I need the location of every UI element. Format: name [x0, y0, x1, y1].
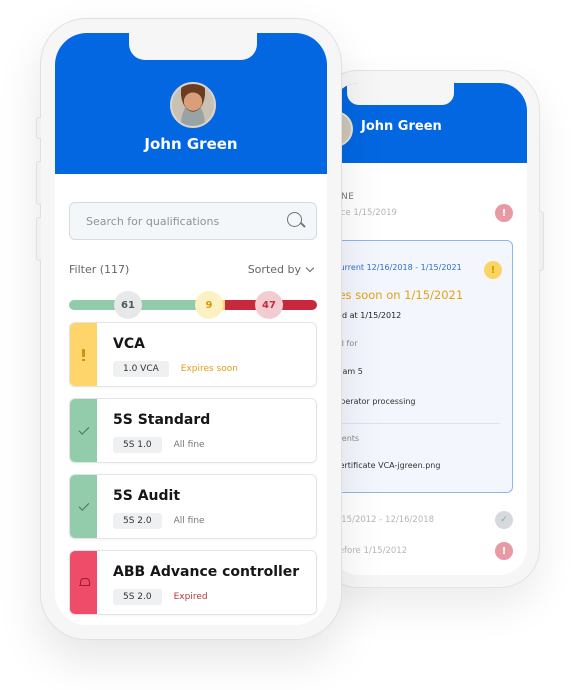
chevron-down-icon [305, 263, 315, 272]
back-phone-frame: John Green NE ince 1/15/2019 ! Current 1… [318, 70, 544, 588]
version-tag: 1.0 VCA [113, 361, 169, 377]
exclamation-icon: ! [495, 204, 513, 222]
profile-name: John Green [361, 119, 442, 134]
avatar[interactable] [170, 82, 216, 128]
profile-header: John Green [331, 83, 527, 163]
status-text: All fine [173, 440, 205, 450]
qualification-card[interactable]: 5S Audit 5S 2.0 All fine [69, 474, 317, 539]
attachment-link[interactable]: Certificate VCA-jgreen.png [334, 461, 440, 470]
side-button [539, 211, 544, 271]
version-tag: 5S 2.0 [113, 589, 162, 605]
status-strip [70, 475, 97, 538]
front-phone-frame: John Green Filter (117) Sorted by 61 9 4… [36, 18, 342, 640]
sort-label: Sorted by [247, 263, 301, 276]
section-label: NE [341, 192, 355, 202]
qualification-title: 5S Standard [113, 412, 211, 428]
acquired-date: red at 1/15/2012 [334, 311, 402, 320]
search-input[interactable] [86, 214, 286, 228]
history-period: ince 1/15/2019 [333, 208, 397, 218]
volume-down-button [36, 217, 41, 261]
history-row[interactable]: 1/15/2012 - 12/16/2018 ✓ [333, 510, 513, 530]
status-text: Expired [173, 592, 208, 602]
check-icon [78, 499, 89, 511]
search-box[interactable] [69, 202, 317, 240]
qualifications-list-screen: John Green Filter (117) Sorted by 61 9 4… [55, 33, 327, 625]
required-for-item: Operator processing [334, 397, 416, 406]
history-period: Before 1/15/2012 [333, 546, 408, 556]
volume-up-button [36, 161, 41, 205]
check-icon: ✓ [495, 511, 513, 529]
filter-button[interactable]: Filter (117) [69, 263, 129, 276]
qualification-title: VCA [113, 336, 145, 352]
history-row[interactable]: Before 1/15/2012 ! [333, 541, 513, 561]
status-text: All fine [173, 516, 205, 526]
phone-notch [347, 83, 454, 105]
history-period: 1/15/2012 - 12/16/2018 [333, 515, 435, 525]
sort-dropdown[interactable]: Sorted by [247, 263, 315, 276]
fine-count-badge[interactable]: 61 [114, 291, 142, 319]
qualification-card[interactable]: ABB Advance controller 5S 2.0 Expired [69, 550, 317, 615]
exclamation-icon: ! [484, 261, 502, 279]
divider [334, 423, 500, 424]
profile-name: John Green [144, 135, 238, 153]
mute-switch [36, 117, 41, 139]
status-strip [70, 399, 97, 462]
profile-header: John Green [55, 33, 327, 174]
bell-icon [78, 578, 90, 587]
expiring-count-badge[interactable]: 9 [195, 291, 223, 319]
check-icon [78, 423, 89, 435]
qualification-detail-screen: John Green NE ince 1/15/2019 ! Current 1… [331, 83, 527, 575]
current-qualification-card[interactable]: Current 12/16/2018 - 1/15/2021 ! res soo… [331, 240, 513, 493]
qualification-title: ABB Advance controller [113, 564, 300, 580]
search-icon[interactable] [286, 211, 306, 231]
exclamation-icon [82, 348, 85, 361]
status-strip [70, 551, 97, 614]
status-strip [70, 323, 97, 386]
version-tag: 5S 1.0 [113, 437, 162, 453]
version-tag: 5S 2.0 [113, 513, 162, 529]
exclamation-icon: ! [495, 542, 513, 560]
qualification-title: 5S Audit [113, 488, 181, 504]
history-row[interactable]: ince 1/15/2019 ! [333, 203, 513, 223]
status-text: Expires soon [180, 364, 239, 374]
current-period: Current 12/16/2018 - 1/15/2021 [334, 263, 462, 272]
qualification-card[interactable]: VCA 1.0 VCA Expires soon [69, 322, 317, 387]
expiry-text: res soon on 1/15/2021 [334, 288, 464, 302]
phone-notch [129, 33, 257, 60]
expired-count-badge[interactable]: 47 [255, 291, 283, 319]
qualification-card[interactable]: 5S Standard 5S 1.0 All fine [69, 398, 317, 463]
